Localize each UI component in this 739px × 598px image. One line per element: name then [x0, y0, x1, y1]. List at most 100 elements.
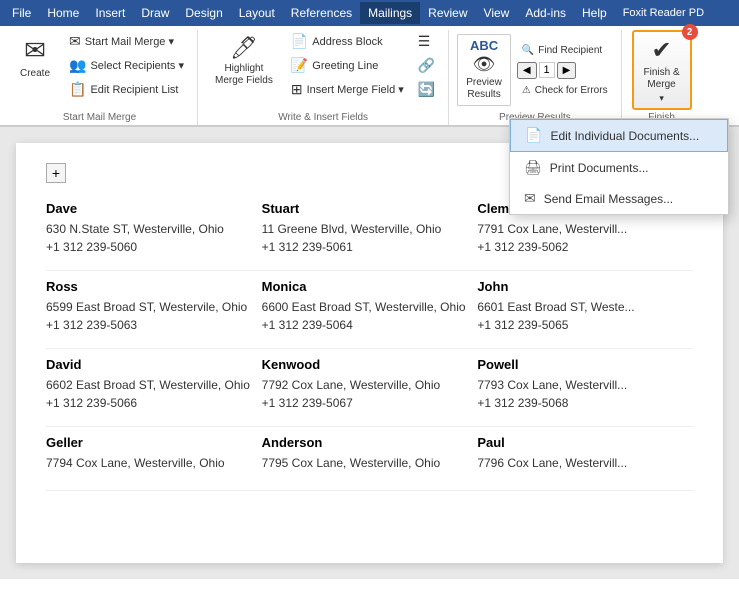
contact-name: David [46, 357, 252, 372]
contact-phone: +1 312 239-5065 [477, 318, 683, 332]
contact-cell: Anderson 7795 Cox Lane, Westerville, Ohi… [262, 427, 478, 491]
contact-cell: Dave 630 N.State ST, Westerville, Ohio +… [46, 193, 262, 271]
contact-cell: Stuart 11 Greene Blvd, Westerville, Ohio… [262, 193, 478, 271]
preview-results-button[interactable]: ABC 👁 PreviewResults [457, 34, 511, 106]
contact-name: Powell [477, 357, 683, 372]
print-documents-item[interactable]: 🖨 Print Documents... [510, 152, 728, 183]
contact-name: Monica [262, 279, 468, 294]
contact-address: 7793 Cox Lane, Westervill... [477, 378, 683, 392]
send-email-item[interactable]: ✉ Send Email Messages... [510, 183, 728, 214]
mail-icon: ✉ [69, 33, 81, 50]
group-label-write-insert: Write & Insert Fields [278, 112, 368, 125]
contact-grid: Dave 630 N.State ST, Westerville, Ohio +… [46, 193, 693, 491]
find-recipient-button[interactable]: 🔍 Find Recipient [517, 42, 613, 59]
contact-cell: Powell 7793 Cox Lane, Westervill... +1 3… [477, 349, 693, 427]
menu-review[interactable]: Review [420, 2, 475, 24]
contact-name: Paul [477, 435, 683, 450]
insert-merge-field-button[interactable]: ⊞ Insert Merge Field ▾ [286, 78, 409, 101]
preview-icon: 👁 [473, 54, 496, 75]
contact-address: 630 N.State ST, Westerville, Ohio [46, 222, 252, 236]
contact-phone: +1 312 239-5066 [46, 396, 252, 410]
contact-phone: +1 312 239-5068 [477, 396, 683, 410]
contact-phone: +1 312 239-5060 [46, 240, 252, 254]
check-icon: ⚠ [522, 85, 531, 96]
highlight-merge-fields-button[interactable]: 🖊 HighlightMerge Fields [206, 30, 282, 92]
nav-next-button[interactable]: ▶ [557, 62, 577, 79]
field-extras: ☰ 🔗 🔄 [413, 30, 440, 101]
rules-icon: ☰ [418, 33, 431, 50]
finish-icon: ✔ [652, 36, 672, 65]
nav-controls: ◀ 1 ▶ [517, 62, 613, 79]
email-icon: ✉ [524, 190, 536, 207]
merge-field-icon: ⊞ [291, 81, 303, 98]
check-errors-button[interactable]: ⚠ Check for Errors [517, 82, 613, 99]
document-icon: 📄 [525, 127, 542, 144]
update-icon: 🔄 [418, 81, 435, 98]
contact-phone: +1 312 239-5063 [46, 318, 252, 332]
contact-address: 6599 East Broad ST, Westervile, Ohio [46, 300, 252, 314]
group-label-start-mail-merge: Start Mail Merge [63, 112, 136, 125]
finish-merge-dropdown: 📄 Edit Individual Documents... 🖨 Print D… [509, 118, 729, 215]
contact-phone: +1 312 239-5064 [262, 318, 468, 332]
contact-phone: +1 312 239-5061 [262, 240, 468, 254]
contact-address: 11 Greene Blvd, Westerville, Ohio [262, 222, 468, 236]
contact-phone: +1 312 239-5067 [262, 396, 468, 410]
select-recipients-button[interactable]: 👥 Select Recipients ▾ [64, 54, 189, 77]
envelope-icon: ✉ [24, 35, 46, 66]
finish-merge-button[interactable]: ✔ Finish &Merge ▾ [632, 30, 692, 110]
menu-layout[interactable]: Layout [231, 2, 283, 24]
menu-insert[interactable]: Insert [87, 2, 133, 24]
insert-fields-group: 📄 Address Block 📝 Greeting Line ⊞ Insert… [286, 30, 409, 101]
ribbon-group-write-insert: 🖊 HighlightMerge Fields 📄 Address Block … [198, 30, 449, 125]
contact-cell: Kenwood 7792 Cox Lane, Westerville, Ohio… [262, 349, 478, 427]
menu-home[interactable]: Home [39, 2, 87, 24]
menu-view[interactable]: View [476, 2, 518, 24]
greeting-icon: 📝 [291, 57, 308, 74]
menu-foxit[interactable]: Foxit Reader PD [615, 3, 712, 23]
menu-mailings[interactable]: Mailings [360, 2, 420, 24]
contact-address: 7792 Cox Lane, Westerville, Ohio [262, 378, 468, 392]
add-table-button[interactable]: + [46, 163, 66, 183]
finish-label: Finish &Merge [644, 67, 680, 91]
edit-recipient-list-button[interactable]: 📋 Edit Recipient List [64, 78, 189, 101]
match-fields-button[interactable]: 🔗 [413, 54, 440, 77]
menu-draw[interactable]: Draw [133, 2, 177, 24]
contact-address: 7795 Cox Lane, Westerville, Ohio [262, 456, 468, 470]
ribbon-group-start-mail-merge: ✉ Create ✉ Start Mail Merge ▾ 👥 Select R… [2, 30, 198, 125]
contact-phone: +1 312 239-5062 [477, 240, 683, 254]
contact-name: Ross [46, 279, 252, 294]
printer-icon: 🖨 [524, 159, 542, 176]
contact-address: 7794 Cox Lane, Westerville, Ohio [46, 456, 252, 470]
contact-name: Geller [46, 435, 252, 450]
contact-cell: Ross 6599 East Broad ST, Westervile, Ohi… [46, 271, 262, 349]
contact-address: 7791 Cox Lane, Westervill... [477, 222, 683, 236]
nav-num: 1 [539, 62, 555, 78]
menu-help[interactable]: Help [574, 2, 615, 24]
menu-addins[interactable]: Add-ins [517, 2, 574, 24]
greeting-line-button[interactable]: 📝 Greeting Line [286, 54, 409, 77]
start-mail-merge-button[interactable]: ✉ Start Mail Merge ▾ [64, 30, 189, 53]
contact-cell: Monica 6600 East Broad ST, Westerville, … [262, 271, 478, 349]
contact-address: 6602 East Broad ST, Westerville, Ohio [46, 378, 252, 392]
edit-individual-docs-item[interactable]: 📄 Edit Individual Documents... [510, 119, 728, 152]
contact-name: Kenwood [262, 357, 468, 372]
edit-list-icon: 📋 [69, 81, 86, 98]
menu-design[interactable]: Design [177, 2, 230, 24]
people-icon: 👥 [69, 57, 86, 74]
contact-address: 6601 East Broad ST, Weste... [477, 300, 683, 314]
contact-name: Anderson [262, 435, 468, 450]
create-button[interactable]: ✉ Create [10, 30, 60, 85]
update-labels-button[interactable]: 🔄 [413, 78, 440, 101]
rules-button[interactable]: ☰ [413, 30, 440, 53]
match-icon: 🔗 [418, 57, 435, 74]
address-block-button[interactable]: 📄 Address Block [286, 30, 409, 53]
nav-prev-button[interactable]: ◀ [517, 62, 537, 79]
address-block-icon: 📄 [291, 33, 308, 50]
contact-name: John [477, 279, 683, 294]
find-icon: 🔍 [522, 45, 534, 56]
menu-file[interactable]: File [4, 2, 39, 24]
ribbon-group-finish: ✔ Finish &Merge ▾ 2 Finish [622, 30, 702, 125]
menu-bar: File Home Insert Draw Design Layout Refe… [0, 0, 739, 26]
menu-references[interactable]: References [283, 2, 360, 24]
contact-address: 7796 Cox Lane, Westervill... [477, 456, 683, 470]
